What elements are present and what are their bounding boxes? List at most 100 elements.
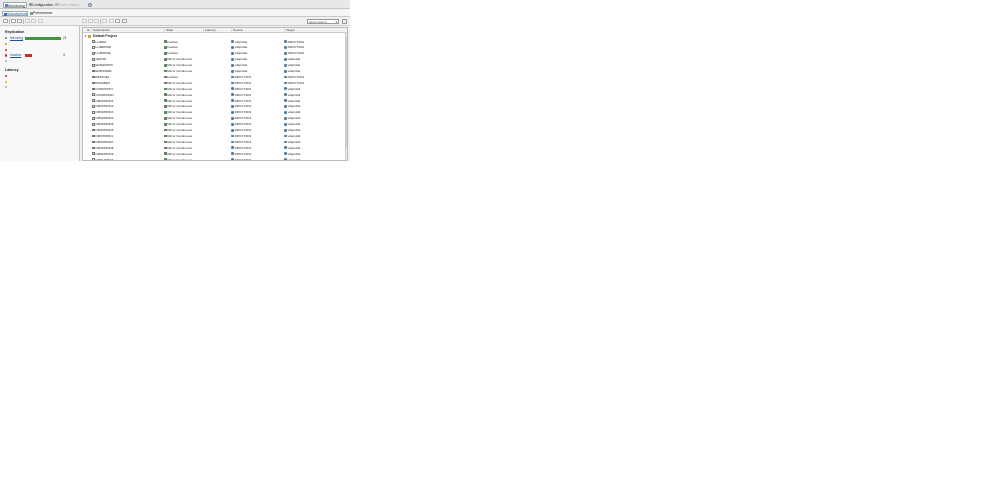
cell-source-text: DRVCT3CS [234, 110, 252, 115]
refresh-icon[interactable] [17, 18, 22, 23]
filter-dropdown-icon[interactable] [38, 18, 43, 23]
datastore-icon [284, 122, 287, 126]
datastore-icon [284, 146, 287, 150]
export-icon[interactable] [25, 18, 30, 23]
replication-row[interactable] [5, 59, 75, 63]
cell-source-text: DRVCT3CS [234, 74, 252, 79]
tree-view-icon[interactable] [11, 18, 16, 23]
status-dot-icon [5, 54, 8, 57]
toolbar-separator [100, 18, 101, 24]
chevron-down-icon[interactable]: ▾ [85, 34, 87, 39]
cell-source-text: DRVCT3CS [234, 128, 252, 132]
cell-subscription-text: OMSTMOD1 [95, 133, 114, 138]
cell-source-text: vdsprdde [234, 39, 248, 44]
cell-state-text: Mirror Continuous [167, 151, 192, 156]
cell-subscription-text: CONPRSTH [95, 86, 113, 91]
latency-row[interactable] [5, 74, 65, 78]
cell-subscription-text: RBKFCEL [95, 74, 110, 79]
datastore-icon [284, 81, 287, 85]
end-replication-icon[interactable] [102, 18, 107, 23]
cell-state-text: Mirror Continuous [167, 133, 192, 138]
cell-source-text: DRVCT3CS [234, 122, 252, 127]
show-log-icon[interactable] [109, 18, 114, 23]
chevron-down-icon[interactable]: ▾ [335, 20, 337, 25]
tab-monitoring[interactable]: Monitoring [3, 1, 27, 8]
column-source[interactable]: Source [231, 28, 284, 33]
replication-row[interactable] [5, 48, 75, 52]
cell-subscription-text: OMSPMOD2 [95, 104, 114, 109]
cell-source: DRVCT3CS [231, 157, 252, 161]
datastore-icon [284, 158, 287, 160]
cell-source-text: DRVCT3CS [234, 133, 252, 138]
app-window: Monitoring Configuration Event History ?… [0, 0, 350, 161]
cell-subscription-text: OMSPMOD8 [95, 145, 114, 150]
history-icon [54, 2, 58, 6]
cell-state-text: Mirror Continuous [167, 104, 192, 109]
tab-performance[interactable]: Performance [29, 11, 52, 16]
datastore-icon [284, 134, 287, 138]
replication-label[interactable]: Inactive [10, 53, 21, 57]
cell-source-text: DRVCT3CS [234, 116, 252, 121]
status-dot-icon [5, 48, 8, 51]
start-mirroring-icon[interactable] [82, 18, 87, 23]
cell-state-text: Mirror Continuous [167, 92, 192, 97]
search-icon[interactable] [342, 18, 347, 24]
cell-target-text: vdsprdd1 [287, 110, 301, 115]
cell-source-text: DRVCT3CS [234, 98, 252, 103]
cell-target-text: vdsprdd1 [287, 157, 301, 161]
help-icon[interactable]: ? [88, 2, 92, 7]
cell-target-text: vdsprdd1 [287, 104, 301, 109]
table-row[interactable]: OMSURRDT Mirror Continuous DRVCT3CS vdsprdd… [83, 157, 345, 161]
pin-icon[interactable] [122, 18, 127, 23]
cell-source-text: DRVCT3AS [234, 92, 252, 97]
latency-row[interactable] [5, 85, 65, 89]
print-icon[interactable] [31, 18, 36, 23]
cell-state-text: Mirror Continuous [167, 69, 192, 73]
cell-source-text: DRVCT3CS [234, 139, 252, 144]
tab-event-history[interactable]: Event History [54, 2, 79, 8]
vertical-scrollbar[interactable] [344, 33, 347, 160]
cell-source-text: DRVCT3CS [234, 151, 252, 156]
user-icon[interactable] [3, 18, 8, 23]
datastore-icon [284, 40, 287, 44]
tab-configuration[interactable]: Configuration [28, 2, 53, 8]
cell-target-text: vdsprdd1 [287, 151, 301, 156]
column-target[interactable]: Target [284, 28, 344, 33]
datastore-icon [231, 105, 234, 108]
cell-target-text: DRVCT3AS [287, 39, 305, 44]
cell-target-text: vdsprdde [287, 69, 301, 73]
datastore-icon [284, 46, 287, 49]
datastore-icon [284, 63, 287, 67]
datastore-icon [231, 57, 234, 61]
cell-state-text: Inactive [167, 39, 179, 44]
cell-subscription-text: OMSPMOD5 [95, 122, 114, 127]
stop-mirroring-icon[interactable] [88, 18, 93, 23]
cell-subscription-text: OMSPMOD1 [95, 98, 114, 103]
tab-subscriptions[interactable]: Subscriptions [2, 10, 28, 16]
replication-row[interactable]: Mirroring 21 [5, 36, 75, 40]
column-subscription[interactable]: Subscription [91, 28, 164, 33]
column-latency[interactable]: Latency [203, 28, 231, 33]
column-state[interactable]: State [164, 28, 203, 33]
replication-label[interactable]: Mirroring [10, 36, 23, 40]
search-input[interactable]: Enter search... ▾ [307, 18, 339, 25]
datastore-icon [284, 140, 287, 144]
toolbar-separator [23, 18, 24, 24]
latency-row[interactable] [5, 80, 65, 84]
cell-source-text: DRVCT3CS [234, 145, 252, 150]
cell-target-text: DRVCT3CS [287, 74, 305, 79]
refresh-subscription-icon[interactable] [94, 18, 99, 23]
datastore-icon [231, 111, 234, 114]
datastore-icon [284, 152, 287, 156]
datastore-icon [231, 99, 234, 103]
replication-row[interactable] [5, 42, 75, 46]
replication-bar [25, 53, 32, 57]
latency-header: Latency [5, 68, 19, 72]
scrollbar-thumb[interactable] [346, 37, 347, 147]
project-name: Default Project [93, 34, 117, 38]
tools-icon[interactable] [115, 18, 120, 23]
replication-row[interactable]: Inactive 4 [5, 53, 75, 57]
cell-source-text: DRVCT3CS [234, 157, 252, 161]
cell-target-text: vdsprdd1 [287, 133, 301, 138]
datastore-icon [231, 134, 234, 138]
